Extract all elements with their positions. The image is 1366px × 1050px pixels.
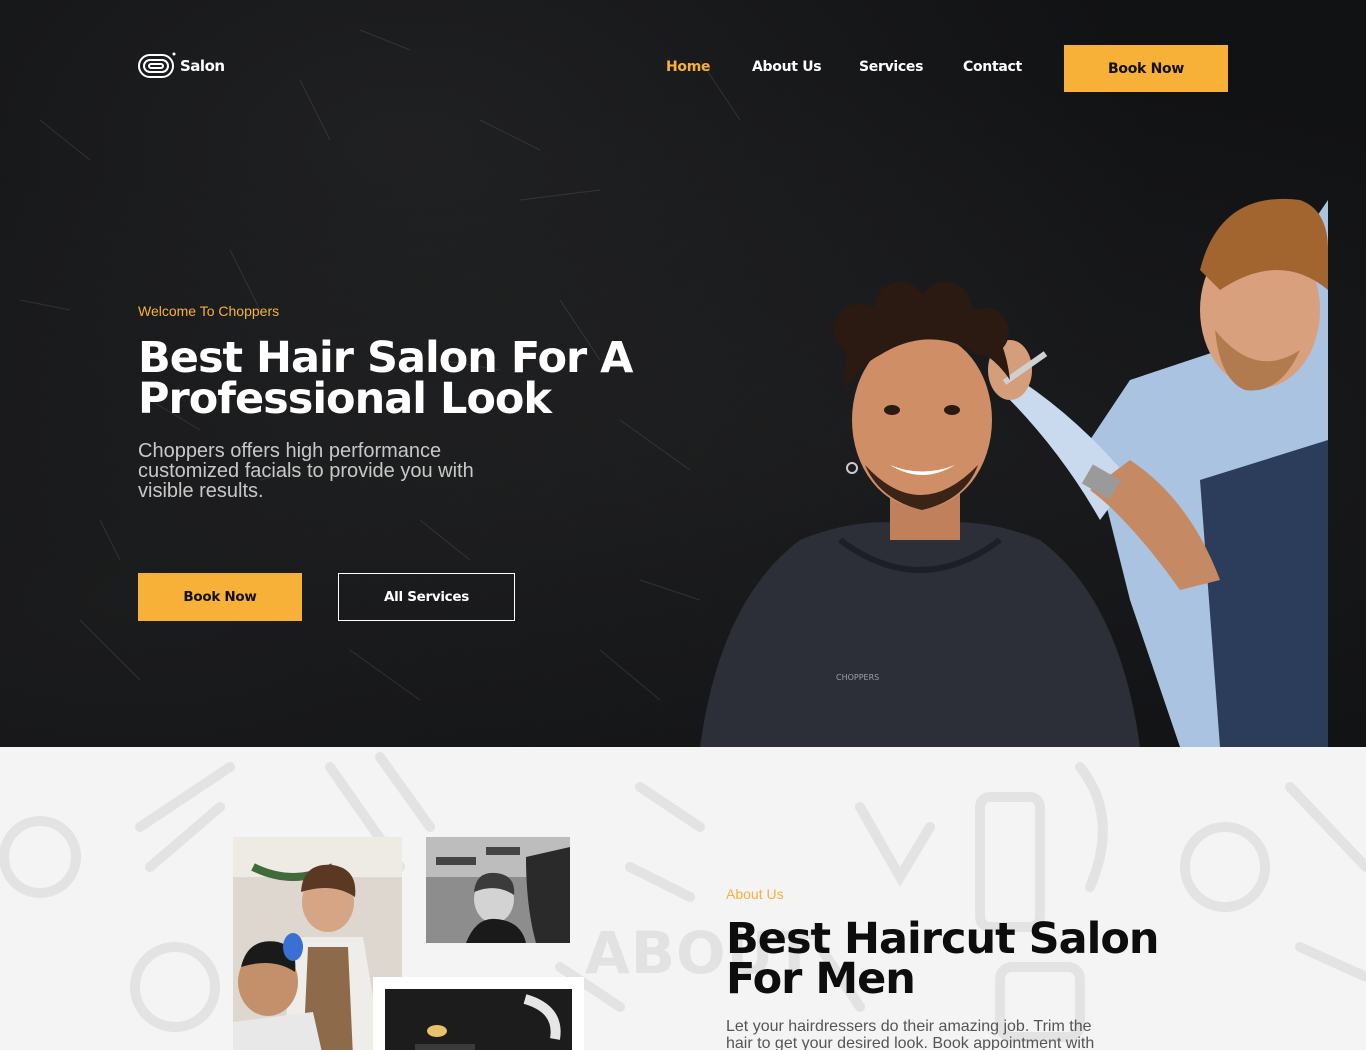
about-kid-haircut-photo [426,837,570,943]
hero-description: Choppers offers high performance customi… [138,440,474,502]
nav-item-services[interactable]: Services [859,59,923,75]
about-description: Let your hairdressers do their amazing j… [726,1018,1095,1050]
nav-item-contact[interactable]: Contact [963,59,1022,75]
hero-book-now-button[interactable]: Book Now [138,573,302,621]
about-photo-frame [373,977,584,1050]
about-salon-interior-photo [385,989,572,1050]
logo-text: Salon [180,56,225,75]
hero-eyebrow: Welcome To Choppers [138,303,280,319]
about-eyebrow: About Us [726,886,784,902]
about-section: ABOUT About Us Best Haircut Salon For Me… [0,747,1366,1050]
cape-logo-text: CHOPPERS [836,673,879,682]
logo-mark-icon [138,52,176,78]
nav-item-about-us[interactable]: About Us [752,59,822,75]
hero-title: Best Hair Salon For A Professional Look [138,333,633,424]
hero-barber-photo: CHOPPERS [700,198,1328,747]
nav-item-home[interactable]: Home [666,59,711,75]
header-book-now-button[interactable]: Book Now [1064,45,1228,92]
barber-tools-pattern [0,752,1366,1042]
brand-logo[interactable]: Salon [138,52,225,79]
all-services-button[interactable]: All Services [338,573,515,621]
about-title: Best Haircut Salon For Men [726,914,1160,1004]
hero-section: Salon Home About Us Services Contact Boo… [0,0,1366,747]
